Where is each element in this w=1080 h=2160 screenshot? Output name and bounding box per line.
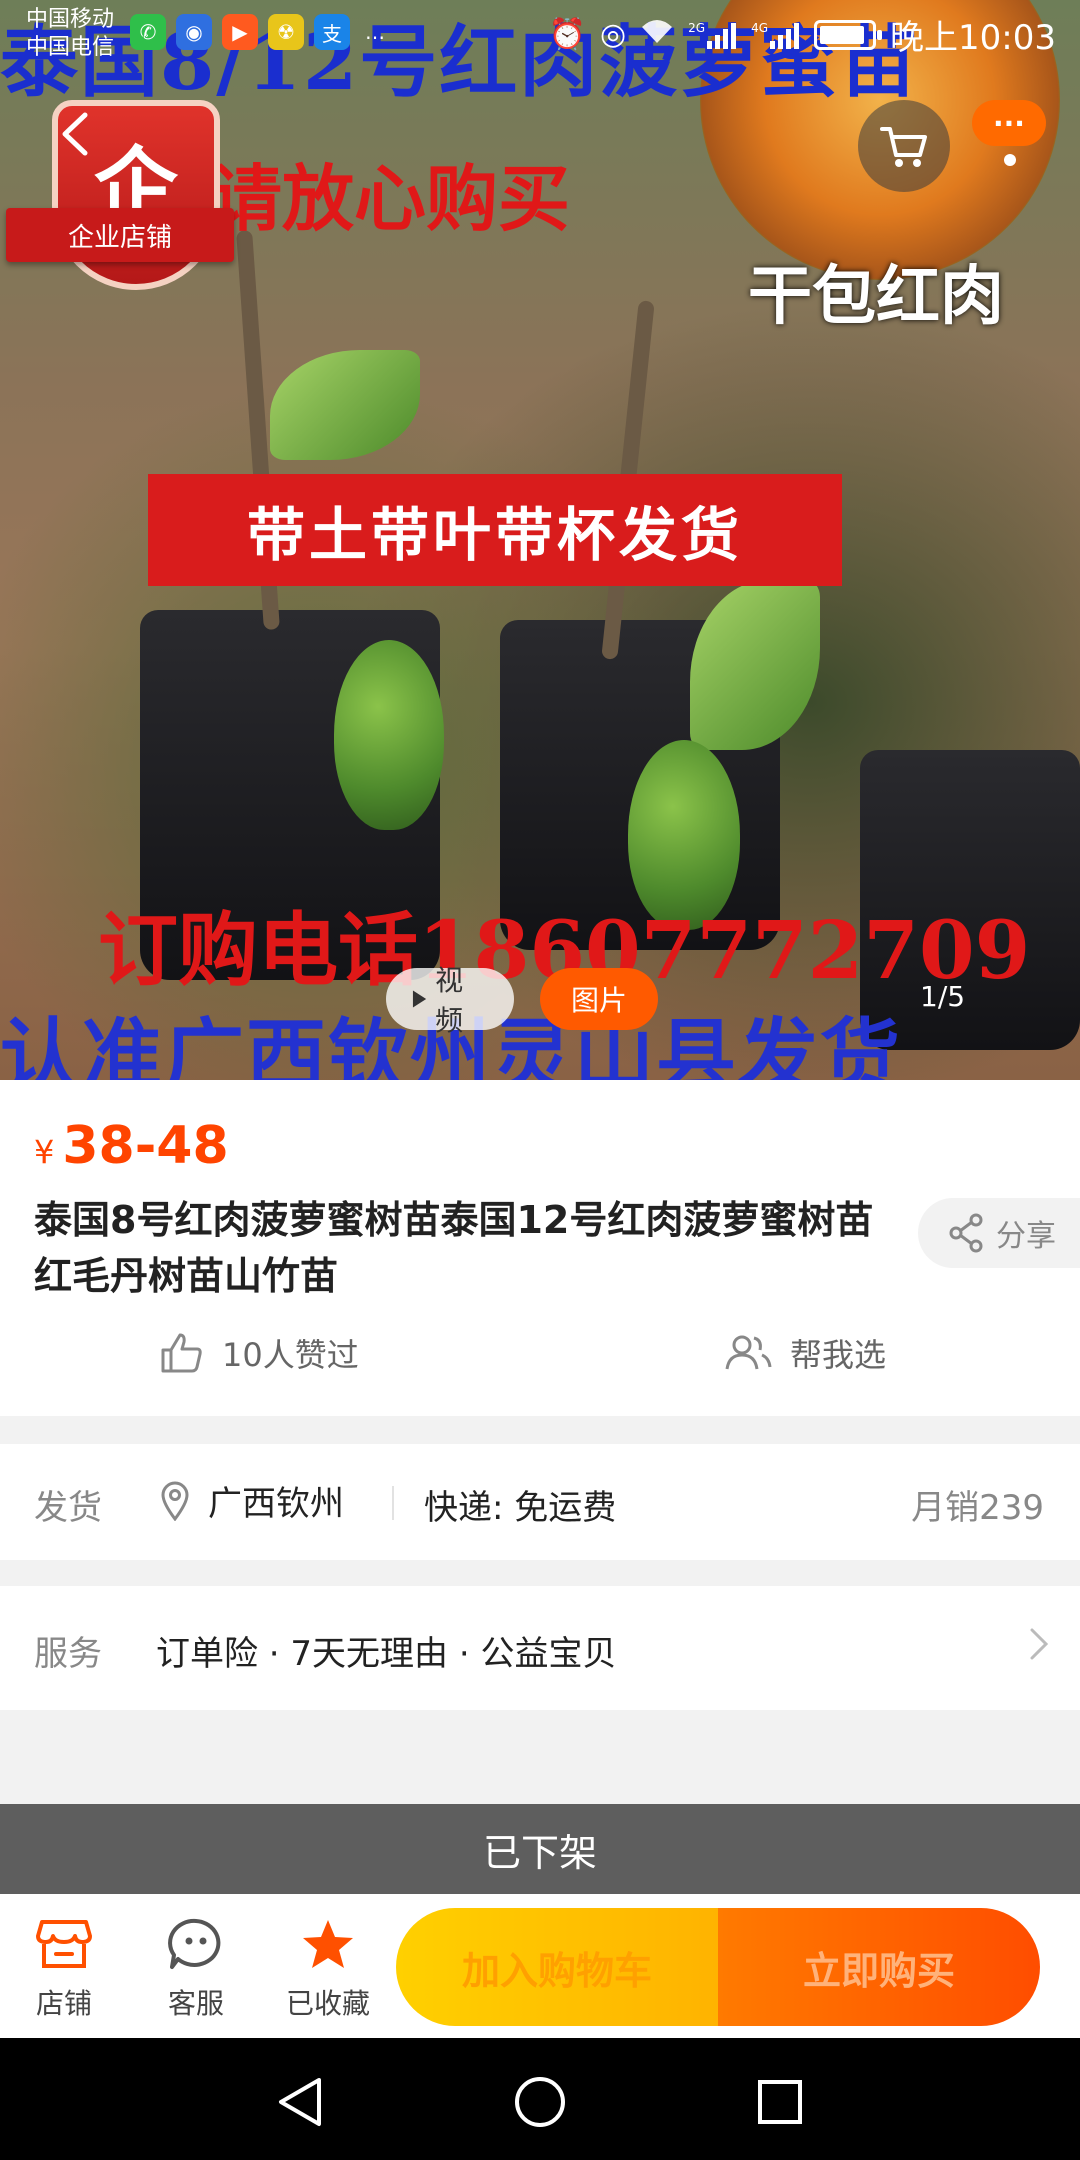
game-app-icon: ☢ xyxy=(268,14,304,50)
shop-icon xyxy=(36,1920,92,1968)
favorite-label: 已收藏 xyxy=(285,1987,370,2020)
status-indicators: ⏰ ◎ 2G 4G 晚上10:03 xyxy=(549,10,1056,59)
location-pin-icon xyxy=(161,1481,189,1521)
star-icon xyxy=(303,1920,353,1968)
square-recents-icon xyxy=(758,2080,802,2124)
ship-from-location: 广西钦州 xyxy=(208,1484,344,1524)
delivery-row[interactable]: 发货 广西钦州 快递: 免运费 月销239 xyxy=(0,1444,1080,1560)
system-back-button[interactable] xyxy=(272,2074,328,2130)
shop-label: 店铺 xyxy=(35,1987,92,2020)
product-title: 泰国8号红肉菠萝蜜树苗泰国12号红肉菠萝蜜树苗红毛丹树苗山竹苗 xyxy=(34,1198,874,1298)
status-bar: 中国移动 中国电信 ✆ ◉ ▶ ☢ 支 … ⏰ ◎ 2G 4G 晚上10:03 xyxy=(0,0,1080,72)
product-info-card: ¥ 38-48 泰国8号红肉菠萝蜜树苗泰国12号红肉菠萝蜜树苗红毛丹树苗山竹苗 … xyxy=(0,1080,1080,1416)
shop-button[interactable]: 店铺 xyxy=(4,1912,124,2022)
monthly-sales: 月销239 xyxy=(911,1488,1044,1528)
share-icon xyxy=(949,1213,983,1253)
network-type-2: 4G xyxy=(751,20,769,35)
battery-icon xyxy=(814,19,883,50)
signal-icon-1: 2G xyxy=(688,21,737,49)
currency-symbol: ¥ xyxy=(34,1133,55,1171)
enterprise-shop-badge: 企 企业店铺 xyxy=(6,100,234,290)
service-row[interactable]: 服务 订单险 · 7天无理由 · 公益宝贝 xyxy=(0,1586,1080,1710)
carrier-1: 中国移动 xyxy=(26,7,115,32)
more-menu-button[interactable]: ··· xyxy=(970,100,1062,192)
clock: 晚上10:03 xyxy=(890,18,1056,58)
share-button[interactable]: 分享 xyxy=(918,1198,1080,1268)
circle-home-icon xyxy=(515,2077,565,2127)
service-items: 订单险 · 7天无理由 · 公益宝贝 xyxy=(156,1634,617,1674)
overlay-flesh-text: 干包红肉 xyxy=(748,259,1004,334)
media-switcher: 视频 图片 xyxy=(386,964,658,1037)
play-icon xyxy=(412,990,427,1008)
share-label: 分享 xyxy=(996,1219,1056,1254)
buy-now-button[interactable]: 立即购买 xyxy=(718,1908,1040,2026)
likes-count: 10人赞过 xyxy=(222,1336,359,1374)
chat-icon xyxy=(168,1918,221,1969)
video-tab-label: 视频 xyxy=(435,964,464,1037)
video-tab[interactable]: 视频 xyxy=(386,964,514,1037)
chevron-right-icon xyxy=(1030,1628,1049,1660)
shipping-fee: 快递: 免运费 xyxy=(424,1488,617,1528)
divider xyxy=(392,1486,394,1520)
service-label: 服务 xyxy=(34,1634,102,1674)
customer-service-label: 客服 xyxy=(167,1987,224,2020)
leaf-image xyxy=(690,580,820,750)
eye-comfort-icon: ◎ xyxy=(599,17,627,52)
product-detail-page: 泰国8/12号红肉菠萝蜜苗 请放心购买 干包红肉 带土带叶带杯发货 订购电话18… xyxy=(0,0,1080,2160)
add-to-cart-button[interactable]: 加入购物车 xyxy=(396,1908,718,2026)
video-app-icon: ▶ xyxy=(222,14,258,50)
help-choose-label: 帮我选 xyxy=(790,1336,887,1374)
signal-icon-2: 4G xyxy=(751,21,800,49)
overlay-assure-text: 请放心购买 xyxy=(210,156,571,241)
system-navigation-bar xyxy=(0,2038,1080,2160)
enterprise-shop-label: 企业店铺 xyxy=(6,208,234,262)
notification-icons: ✆ ◉ ▶ ☢ 支 … xyxy=(130,14,390,50)
thumbs-up-icon xyxy=(161,1333,202,1373)
indicator-dot xyxy=(1004,154,1016,166)
network-type-1: 2G xyxy=(688,20,706,35)
delivery-label: 发货 xyxy=(34,1488,102,1528)
image-counter: 1/5 xyxy=(920,980,966,1013)
ship-from: 广西钦州 xyxy=(160,1476,344,1525)
more-notifications-icon: … xyxy=(365,20,385,44)
cart-button[interactable] xyxy=(858,100,950,192)
customer-service-button[interactable]: 客服 xyxy=(136,1912,256,2022)
carrier-2: 中国电信 xyxy=(26,35,115,60)
help-choose-button[interactable]: 帮我选 xyxy=(724,1330,886,1376)
system-home-button[interactable] xyxy=(512,2074,568,2130)
chevron-left-icon xyxy=(62,112,88,156)
baidu-icon: ◉ xyxy=(176,14,212,50)
triangle-back-icon xyxy=(279,2078,321,2126)
system-recents-button[interactable] xyxy=(752,2074,808,2130)
photo-tab[interactable]: 图片 xyxy=(540,968,658,1030)
wifi-icon xyxy=(640,17,674,53)
overlay-shipping-banner: 带土带叶带杯发货 xyxy=(148,474,842,586)
wechat-icon: ✆ xyxy=(130,14,166,50)
alarm-icon: ⏰ xyxy=(548,17,586,52)
bottom-action-bar: 店铺 客服 已收藏 加入购物车 立即购买 xyxy=(0,1894,1080,2038)
back-button[interactable] xyxy=(44,104,104,164)
carrier-info: 中国移动 中国电信 xyxy=(26,6,114,62)
more-icon: ··· xyxy=(972,100,1046,146)
people-icon xyxy=(725,1335,772,1370)
favorite-button[interactable]: 已收藏 xyxy=(268,1912,388,2022)
like-button[interactable]: 10人赞过 xyxy=(160,1330,359,1376)
photo-tab-label: 图片 xyxy=(570,984,627,1017)
price: ¥ 38-48 xyxy=(34,1116,229,1176)
leaf-image xyxy=(270,350,420,460)
price-range: 38-48 xyxy=(62,1116,229,1176)
baby-jackfruit-image xyxy=(334,640,444,830)
cart-icon xyxy=(880,127,927,167)
off-shelf-notice: 已下架 xyxy=(0,1804,1080,1894)
alipay-icon: 支 xyxy=(314,14,350,50)
